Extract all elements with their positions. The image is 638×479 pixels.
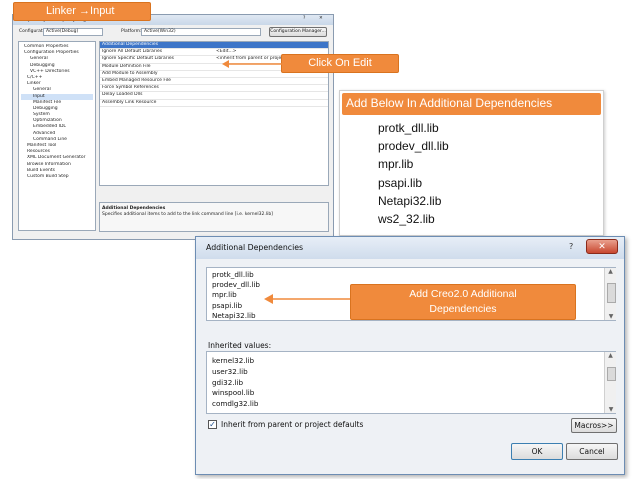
tree-item[interactable]: Custom Build Step — [21, 174, 93, 180]
grid-row[interactable]: Assembly Link Resource — [100, 100, 328, 107]
inherit-checkbox[interactable]: ✓ — [208, 420, 217, 429]
grid-row-name: Ignore Specific Default Libraries — [102, 56, 174, 62]
tree-item[interactable]: XML Document Generator — [21, 155, 93, 161]
add-below-box: Add Below In Additional Dependencies pro… — [339, 90, 604, 236]
dependency-item: psapi.lib — [212, 300, 243, 310]
lib-item: psapi.lib — [378, 175, 423, 190]
inherited-values-area: kernel32.lib user32.lib gdi32.lib winspool.… — [206, 351, 616, 414]
platform-label: Platform: — [121, 29, 142, 34]
grid-row-value — [216, 78, 328, 84]
creo-arrow-icon — [264, 294, 352, 304]
dialog-close-icon: ✕ — [598, 242, 606, 252]
inherited-scroll-down-icon[interactable]: ▼ — [605, 406, 617, 413]
inherited-items: kernel32.lib user32.lib gdi32.lib winspool.… — [212, 356, 258, 410]
additional-dependencies-dialog: Additional Dependencies ? ✕ protk_dll.li… — [195, 236, 625, 475]
inherited-values-label: Inherited values: — [208, 341, 272, 350]
grid-row-name: Ignore All Default Libraries — [102, 49, 163, 55]
dialog-close-button[interactable]: ✕ — [586, 239, 618, 254]
dialog-help-icon[interactable]: ? — [569, 242, 573, 251]
help-icon[interactable]: ? — [303, 16, 305, 22]
lib-item: Netapi32.lib — [378, 193, 442, 208]
inherited-item: comdlg32.lib — [212, 399, 259, 409]
inherited-scrollbar[interactable]: ▲ ▼ — [604, 352, 616, 413]
grid-row-name: Delay Loaded Dlls — [102, 92, 143, 98]
linker-input-text: Linker →Input — [46, 5, 115, 17]
grid-row-value — [216, 85, 328, 91]
scroll-thumb[interactable] — [607, 283, 616, 303]
lib-item: ws2_32.lib — [378, 212, 435, 227]
property-pages-window: SampleProject Property Pages ? ✕ Configu… — [12, 14, 334, 240]
inherit-checkbox-label: Inherit from parent or project defaults — [221, 420, 364, 429]
lib-item: mpr.lib — [378, 157, 414, 172]
inherited-item: user32.lib — [212, 366, 248, 376]
platform-select[interactable]: Active(Win32) — [141, 28, 261, 36]
grid-row-name: Force Symbol References — [102, 85, 159, 91]
scroll-up-icon[interactable]: ▲ — [605, 268, 616, 275]
grid-row-name: Additional Dependencies — [102, 42, 159, 47]
grid-row[interactable]: Force Symbol References — [100, 85, 328, 93]
dialog-title: Additional Dependencies — [206, 243, 304, 252]
grid-row-value — [216, 42, 328, 48]
grid-row-name: Add Module to Assembly — [102, 70, 158, 76]
edit-arrow-icon — [222, 60, 282, 68]
grid-row[interactable]: Additional Dependencies — [100, 42, 328, 50]
inherited-scroll-up-icon[interactable]: ▲ — [605, 352, 616, 359]
dependency-item: prodev_dll.lib — [212, 280, 260, 290]
inherited-scroll-thumb[interactable] — [607, 367, 616, 381]
add-below-header: Add Below In Additional Dependencies — [342, 93, 601, 115]
libs-to-add-list: protk_dll.lib prodev_dll.lib mpr.lib psapi.… — [378, 119, 449, 228]
property-tree[interactable]: Common Properties Configuration Propertie… — [18, 41, 96, 231]
grid-row[interactable]: Delay Loaded Dlls — [100, 92, 328, 100]
grid-row-value — [216, 92, 328, 98]
configuration-value: Active(Debug) — [46, 29, 79, 34]
platform-value: Active(Win32) — [144, 29, 176, 34]
dependency-item: Netapi32.lib — [212, 310, 256, 320]
checkmark-icon: ✓ — [209, 420, 216, 429]
add-creo-text: Add Creo2.0 Additional Dependencies — [409, 288, 517, 315]
configuration-manager-button[interactable]: Configuration Manager... — [269, 27, 327, 37]
grid-row[interactable]: Embed Managed Resource File — [100, 77, 328, 86]
inherited-item: gdi32.lib — [212, 377, 244, 387]
lib-item: prodev_dll.lib — [378, 139, 449, 154]
add-below-header-text: Add Below In Additional Dependencies — [346, 96, 553, 110]
dialog-titlebar: Additional Dependencies ? ✕ — [196, 237, 624, 259]
inherited-item: winspool.lib — [212, 388, 255, 398]
inherited-item: kernel32.lib — [212, 356, 255, 365]
macros-button[interactable]: Macros>> — [571, 418, 617, 433]
configuration-select[interactable]: Active(Debug) — [43, 28, 103, 36]
click-on-edit-callout: Click On Edit — [281, 54, 399, 73]
click-on-edit-text: Click On Edit — [308, 57, 372, 69]
dependency-item: protk_dll.lib — [212, 270, 254, 279]
close-icon[interactable]: ✕ — [319, 16, 323, 22]
description-title: Additional Dependencies — [102, 206, 166, 211]
dependencies-items: protk_dll.lib prodev_dll.lib mpr.lib psapi.… — [212, 270, 260, 321]
description-text: Specifies additional items to add to the… — [102, 212, 273, 217]
dependencies-scrollbar[interactable]: ▲ ▼ — [604, 268, 616, 320]
grid-row-name: Embed Managed Resource File — [102, 77, 171, 83]
dependency-item: mpr.lib — [212, 290, 237, 300]
lib-item: protk_dll.lib — [378, 121, 439, 135]
ok-button[interactable]: OK — [511, 443, 563, 460]
grid-row-name: Assembly Link Resource — [102, 99, 157, 105]
cancel-button[interactable]: Cancel — [566, 443, 618, 460]
description-panel: Additional Dependencies Specifies additi… — [99, 202, 329, 232]
grid-row-value — [216, 100, 328, 106]
grid-row-name: Module Definition File — [102, 63, 151, 69]
scroll-down-icon[interactable]: ▼ — [605, 313, 617, 320]
add-creo-callout: Add Creo2.0 Additional Dependencies — [350, 284, 576, 320]
linker-input-callout: Linker →Input — [13, 2, 151, 21]
